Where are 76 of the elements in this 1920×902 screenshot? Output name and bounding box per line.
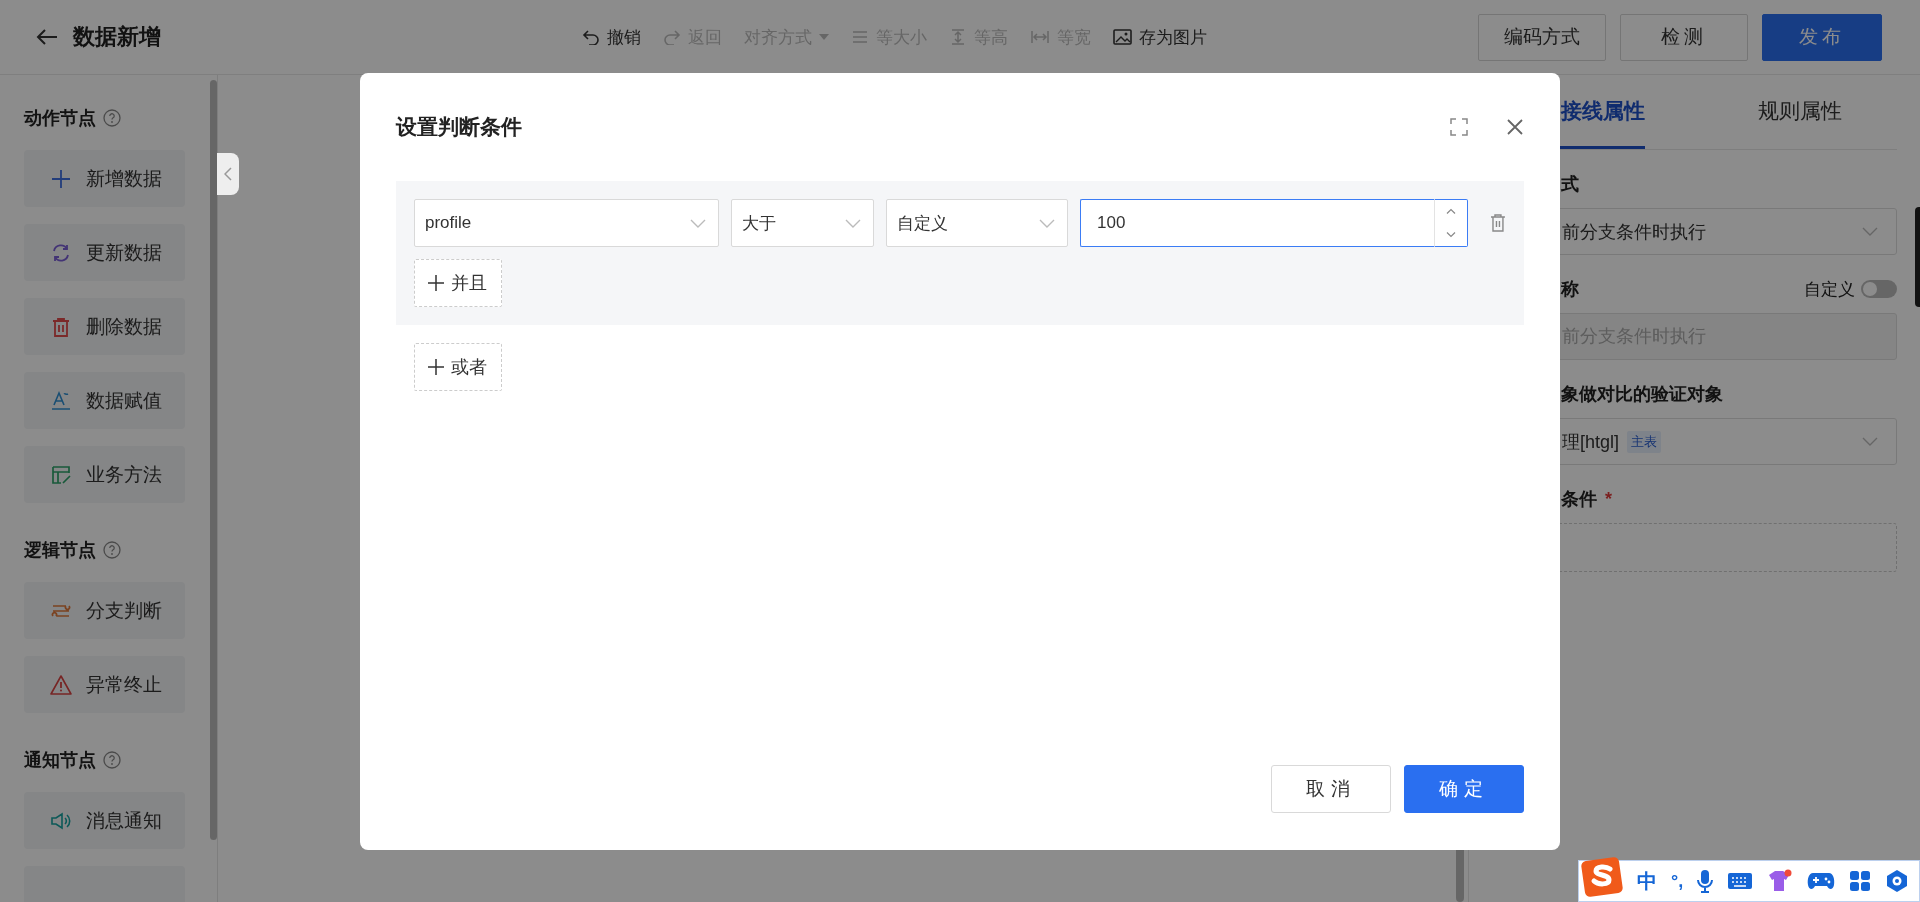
chevron-icon <box>844 218 861 228</box>
chevron-icon <box>1862 437 1878 446</box>
microphone-icon[interactable] <box>1697 869 1714 893</box>
section-title: 通知节点 <box>24 749 96 772</box>
trash-icon <box>50 315 72 338</box>
header-button[interactable]: 检测 <box>1620 13 1748 61</box>
toggle-switch[interactable] <box>1861 280 1897 298</box>
fullscreen-icon[interactable] <box>1450 118 1468 136</box>
chevron-icon <box>224 167 232 181</box>
keyboard-icon[interactable] <box>1727 872 1754 890</box>
dialog-button[interactable]: 取消 <box>1271 765 1391 813</box>
gamepad-icon[interactable] <box>1807 870 1836 892</box>
node-item[interactable]: 异常终止 <box>24 656 185 713</box>
node-item[interactable]: 新增数据 <box>24 150 185 207</box>
plus-icon <box>427 274 445 292</box>
field-label: 式 <box>1561 173 1579 196</box>
operator-select[interactable]: 大于 <box>730 199 874 247</box>
node-item[interactable]: 业务方法 <box>24 446 185 503</box>
caret-icon <box>819 34 829 40</box>
dialog-title: 设置判断条件 <box>396 114 522 140</box>
field-label: 称 <box>1561 278 1579 301</box>
settings-icon[interactable] <box>1885 869 1910 893</box>
undo-icon <box>582 29 600 45</box>
tag: 主表 <box>1627 430 1662 453</box>
plus-icon <box>427 358 445 376</box>
dialog-button[interactable]: 确定 <box>1404 765 1524 813</box>
toggle-label: 自定义 <box>1804 278 1855 301</box>
redo-icon <box>663 29 681 45</box>
warning-icon <box>50 673 72 696</box>
close-icon[interactable] <box>1506 118 1524 136</box>
stepper[interactable] <box>1434 199 1469 247</box>
toolbar-button[interactable]: 撤销 <box>582 25 641 49</box>
number-input[interactable]: 100 <box>1080 199 1435 247</box>
text-icon <box>50 389 72 412</box>
help-icon[interactable] <box>103 109 121 127</box>
equal-width-icon <box>1030 29 1050 45</box>
add-or-button[interactable]: 或者 <box>414 343 502 391</box>
node-item[interactable]: 消息通知 <box>24 792 185 849</box>
tab[interactable]: 规则属性 <box>1758 75 1842 149</box>
section-title: 逻辑节点 <box>24 539 96 562</box>
header-button[interactable]: 编码方式 <box>1478 13 1606 61</box>
field-label: 象做对比的验证对象 <box>1561 383 1723 406</box>
shirt-icon[interactable] <box>1767 869 1794 893</box>
node-item[interactable]: 更新数据 <box>24 224 185 281</box>
field-label: 条件 <box>1561 488 1597 511</box>
chevron-icon <box>1862 227 1878 236</box>
help-icon[interactable] <box>103 541 121 559</box>
lines-icon <box>851 29 869 45</box>
apps-icon[interactable] <box>1849 870 1872 892</box>
help-icon[interactable] <box>103 751 121 769</box>
chevron-icon <box>1039 218 1056 228</box>
image-icon <box>1113 29 1132 45</box>
toolbar-button[interactable]: 存为图片 <box>1113 25 1207 49</box>
node-item[interactable]: 分支判断 <box>24 582 185 639</box>
plus-icon <box>50 167 72 190</box>
input-mode[interactable]: 中 <box>1637 867 1657 895</box>
header-button[interactable]: 发布 <box>1762 13 1882 61</box>
punctuation-mode[interactable]: °, <box>1671 870 1684 892</box>
collapse-tab[interactable] <box>217 153 239 195</box>
page-title: 数据新增 <box>73 23 161 51</box>
form-icon <box>50 463 72 486</box>
equal-height-icon <box>949 28 967 46</box>
back-arrow-icon[interactable] <box>36 28 58 46</box>
node-item[interactable]: 数据赋值 <box>24 372 185 429</box>
required-mark: * <box>1605 488 1612 510</box>
s-logo-icon[interactable] <box>1581 857 1623 897</box>
add-and-button[interactable]: 并且 <box>414 259 502 307</box>
scrollbar[interactable] <box>210 80 217 840</box>
refresh-icon <box>50 241 72 264</box>
section-title: 动作节点 <box>24 107 96 130</box>
delete-icon[interactable] <box>1490 214 1506 232</box>
value-type-select[interactable]: 自定义 <box>885 199 1069 247</box>
node-item[interactable]: 删除数据 <box>24 298 185 355</box>
chevron-icon <box>689 218 706 228</box>
field-select[interactable]: profile <box>414 199 719 247</box>
side-handle[interactable] <box>1915 207 1920 307</box>
